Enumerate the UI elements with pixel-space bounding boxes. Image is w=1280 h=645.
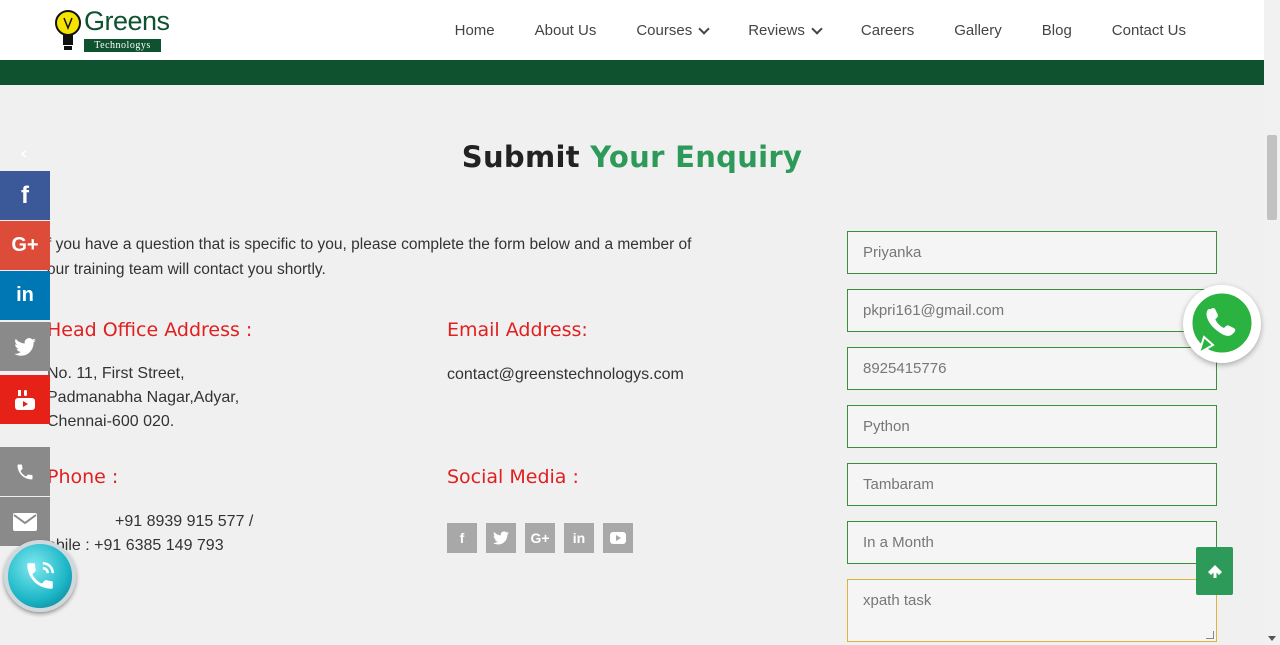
phone-input[interactable]: 8925415776 (847, 347, 1217, 390)
nav-contact-us[interactable]: Contact Us (1112, 22, 1186, 39)
course-input[interactable]: Python (847, 405, 1217, 448)
header: Greens Technologys Home About Us Courses… (0, 0, 1264, 60)
main-nav: Home About Us Courses Reviews Careers Ga… (415, 0, 1186, 60)
email-label: Email Address: (447, 319, 588, 341)
scroll-to-top-button[interactable] (1196, 547, 1233, 595)
phone-icon (17, 464, 33, 479)
section-title: Submit Your Enquiry (0, 140, 1264, 174)
timeframe-input[interactable]: In a Month (847, 521, 1217, 564)
mail-icon (13, 512, 37, 531)
logo[interactable]: Greens Technologys (54, 6, 170, 54)
address-line-3: Chennai-600 020. (47, 413, 175, 430)
linkedin-icon: in (16, 284, 34, 306)
phone-value: +91 8939 915 577 / obile : +91 6385 149 … (47, 510, 253, 558)
message-text: xpath task (863, 592, 932, 609)
facebook-icon: f (21, 181, 29, 209)
nav-careers[interactable]: Careers (861, 22, 914, 39)
call-now-button[interactable] (4, 540, 76, 612)
email-input[interactable]: pkpri161@gmail.com (847, 289, 1217, 332)
twitter-icon[interactable] (486, 523, 516, 553)
phone-line-2[interactable]: obile : +91 6385 149 793 (47, 534, 253, 558)
linkedin-icon[interactable]: in (564, 523, 594, 553)
scrollbar[interactable] (1264, 0, 1280, 645)
chevron-down-icon (698, 22, 710, 35)
sidebar-mail-button[interactable] (0, 497, 50, 546)
title-part-1: Submit (461, 140, 591, 174)
facebook-icon[interactable]: f (447, 523, 477, 553)
message-textarea[interactable]: xpath task (847, 579, 1217, 642)
header-band (0, 60, 1264, 85)
scrollbar-thumb[interactable] (1267, 135, 1277, 220)
scroll-down-arrow-icon[interactable] (1268, 636, 1276, 641)
nav-reviews[interactable]: Reviews (748, 21, 823, 39)
email-value[interactable]: contact@greenstechnologys.com (447, 363, 684, 387)
sidebar-twitter-button[interactable] (0, 322, 50, 371)
address-line-1: No. 11, First Street, (47, 365, 185, 382)
chevron-left-icon[interactable]: ‹ (20, 143, 27, 164)
address-label: Head Office Address : (47, 319, 253, 341)
intro-line-1: f you have a question that is specific t… (47, 236, 692, 253)
social-media-label: Social Media : (447, 466, 579, 488)
resize-handle-icon[interactable] (1206, 631, 1214, 639)
arrow-up-icon (1207, 565, 1222, 578)
name-input[interactable]: Priyanka (847, 231, 1217, 274)
logo-text: Greens (84, 6, 170, 36)
phone-label: Phone : (47, 466, 119, 488)
sidebar-linkedin-button[interactable]: in (0, 271, 50, 320)
twitter-icon (14, 337, 36, 356)
chevron-down-icon (811, 22, 823, 35)
address-value: No. 11, First Street, Padmanabha Nagar,A… (47, 362, 239, 434)
youtube-icon (15, 389, 35, 410)
nav-blog[interactable]: Blog (1042, 22, 1072, 39)
intro-line-2: our training team will contact you short… (47, 261, 326, 278)
whatsapp-icon (1189, 290, 1255, 356)
google-plus-icon: G+ (11, 234, 39, 256)
whatsapp-button[interactable] (1183, 285, 1261, 363)
title-part-2: Your Enquiry (590, 140, 803, 174)
nav-courses[interactable]: Courses (636, 21, 710, 39)
sidebar-facebook-button[interactable]: f (0, 171, 50, 220)
phone-line-1[interactable]: +91 8939 915 577 / (47, 510, 253, 534)
phone-call-icon (27, 561, 55, 589)
lightbulb-icon (55, 10, 81, 50)
nav-home[interactable]: Home (455, 22, 495, 39)
nav-reviews-label: Reviews (748, 21, 805, 39)
nav-about-us[interactable]: About Us (535, 22, 597, 39)
youtube-icon[interactable] (603, 523, 633, 553)
sidebar-youtube-button[interactable] (0, 375, 50, 424)
intro-text: f you have a question that is specific t… (47, 232, 807, 282)
address-line-2: Padmanabha Nagar,Adyar, (47, 389, 240, 406)
nav-courses-label: Courses (636, 21, 693, 39)
location-input[interactable]: Tambaram (847, 463, 1217, 506)
sidebar-phone-button[interactable] (0, 447, 50, 496)
google-plus-icon[interactable]: G+ (525, 523, 555, 553)
logo-subtext: Technologys (84, 39, 161, 52)
sidebar-google-plus-button[interactable]: G+ (0, 221, 50, 270)
social-icons: f G+ in (447, 523, 633, 553)
nav-gallery[interactable]: Gallery (954, 22, 1002, 39)
